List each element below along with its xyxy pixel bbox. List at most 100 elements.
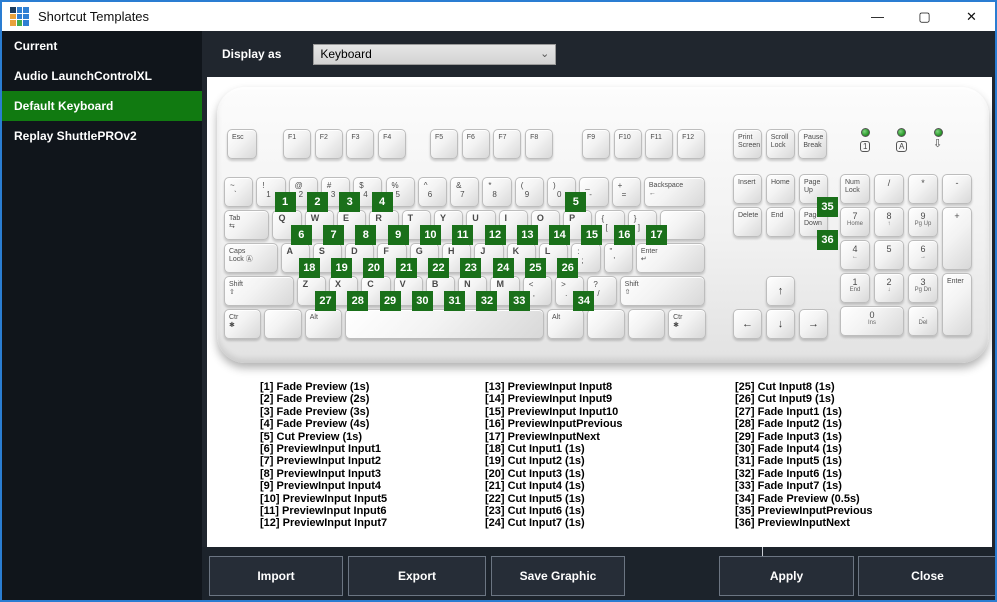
shortcut-item: [6] PreviewInput Input1 [260, 443, 382, 456]
key-f7: F7 [493, 129, 522, 159]
caps-lock-icon: A [896, 141, 908, 152]
led-indicator [861, 128, 870, 137]
numpad-9pg-up: 9 Pg Up [908, 207, 938, 237]
shortcut-item: [10] PreviewInput Input5 [260, 492, 388, 505]
key-badge-22: 22 [428, 258, 450, 278]
arrow-right-key: → [799, 309, 828, 339]
key-badge-5: 5 [565, 192, 587, 212]
display-as-label: Display as [222, 47, 282, 61]
numpad-key: / [874, 174, 904, 204]
apply-button[interactable]: Apply [719, 556, 854, 596]
shortcut-templates-window: Shortcut Templates — ▢ ✕ Current Audio La… [0, 0, 997, 602]
key-enter: Enter ↵ [635, 243, 706, 273]
app-icon-cell [16, 7, 23, 13]
key-f3: F3 [346, 129, 375, 159]
key-badge-15: 15 [581, 225, 603, 245]
key-badge-21: 21 [395, 258, 417, 278]
import-button[interactable]: Import [209, 556, 343, 596]
numpad-key: - [942, 174, 972, 204]
key-9: (9 [514, 177, 544, 207]
key-f11: F11 [645, 129, 674, 159]
numpad-6: 6 → [908, 240, 938, 270]
key-badge-20: 20 [363, 258, 385, 278]
key-badge-4: 4 [371, 192, 393, 212]
numpad-5: 5 [874, 240, 904, 270]
app-icon-cell [23, 13, 29, 20]
key-8: * 8 [482, 177, 512, 207]
shortcut-item: [19] Cut Input2 (1s) [485, 455, 585, 468]
shortcut-item: [21] Cut Input4 (1s) [485, 480, 585, 493]
shortcut-item: [25] Cut Input8 (1s) [735, 381, 835, 393]
key-badge-2: 2 [306, 192, 328, 212]
key-badge-30: 30 [411, 291, 433, 311]
numpad-7home: 7 Home [840, 207, 870, 237]
window-controls: — ▢ ✕ [854, 2, 995, 31]
shortcut-item: [11] PreviewInput Input6 [260, 505, 387, 518]
app-icon-cell [23, 7, 29, 13]
key-backspace: Backspace ← [643, 177, 706, 207]
titlebar: Shortcut Templates — ▢ ✕ [2, 2, 995, 31]
numpad-key: + [942, 207, 972, 270]
shortcut-item: [23] Cut Input6 (1s) [485, 505, 585, 518]
minimize-icon[interactable]: — [854, 2, 901, 31]
key-badge-36: 36 [817, 230, 838, 250]
key-badge-33: 33 [508, 291, 530, 311]
key-badge-34: 34 [573, 291, 595, 311]
maximize-icon[interactable]: ▢ [901, 2, 948, 31]
topbar: Display as Keyboard ⌄ [202, 31, 995, 77]
sidebar-item-current[interactable]: Current [2, 31, 202, 61]
shortcut-item: [3] Fade Preview (3s) [260, 405, 370, 418]
numpad-key: * [908, 174, 938, 204]
key-f6: F6 [461, 129, 490, 159]
arrow-up-key: ↑ [766, 276, 795, 306]
key-key: ~ ` [224, 177, 254, 207]
display-as-dropdown[interactable]: Keyboard ⌄ [313, 43, 557, 65]
key-f1: F1 [283, 129, 311, 159]
key-badge-12: 12 [484, 225, 506, 245]
sidebar-item-default-keyboard[interactable]: Default Keyboard [2, 91, 202, 121]
shortcut-item: [22] Cut Input5 (1s) [485, 492, 585, 505]
save-graphic-button[interactable]: Save Graphic [491, 556, 625, 596]
key-blank [264, 309, 302, 339]
shortcut-item: [30] Fade Input4 (1s) [735, 443, 842, 456]
key-scrolllock: Scroll Lock [765, 129, 795, 159]
shortcut-item: [7] PreviewInput Input2 [260, 455, 382, 468]
led-indicator [897, 128, 906, 137]
window-title: Shortcut Templates [38, 9, 150, 24]
app-icon-cell [10, 13, 16, 20]
shortcut-item: [36] PreviewInputNext [735, 517, 850, 530]
app-icon [10, 7, 29, 26]
key-blank [345, 309, 544, 339]
key-badge-27: 27 [314, 291, 336, 311]
key-badge-18: 18 [298, 258, 320, 278]
numpad-enter: Enter [942, 273, 972, 336]
key-7: & 7 [450, 177, 480, 207]
key-badge-8: 8 [355, 225, 377, 245]
close-icon[interactable]: ✕ [948, 2, 995, 31]
shortcut-item: [31] Fade Input5 (1s) [735, 455, 842, 468]
numpad-numlock: Num Lock [840, 174, 870, 204]
key-badge-29: 29 [379, 291, 401, 311]
key-f2: F2 [314, 129, 343, 159]
sidebar: Current Audio LaunchControlXL Default Keyb… [2, 31, 202, 600]
shortcut-item: [32] Fade Input6 (1s) [735, 467, 842, 480]
nav-delete: Delete [733, 207, 762, 237]
key-badge-11: 11 [452, 225, 474, 245]
led-indicator [934, 128, 943, 137]
export-button[interactable]: Export [348, 556, 486, 596]
shortcut-column-3: [25] Cut Input8 (1s) [26] Cut Input9 (1s)… [735, 381, 965, 530]
close-button[interactable]: Close [858, 556, 995, 596]
sidebar-item-replay-shuttleprov2[interactable]: Replay ShuttlePROv2 [2, 121, 202, 151]
key-badge-26: 26 [557, 258, 579, 278]
scroll-lock-arrow-icon: ⇩ [933, 138, 943, 150]
arrow-left-key: ← [733, 309, 762, 339]
sidebar-item-audio-launchcontrolxl[interactable]: Audio LaunchControlXL [2, 61, 202, 91]
key-f10: F10 [613, 129, 642, 159]
shortcut-item: [35] PreviewInputPrevious [735, 505, 873, 518]
key-tab: Tab ⇆ [224, 210, 270, 240]
key-badge-13: 13 [516, 225, 538, 245]
key-pausebreak: Pause Break [798, 129, 828, 159]
arrow-down-key: ↓ [766, 309, 795, 339]
key-badge-6: 6 [290, 225, 312, 245]
button-bar: Import Export Save Graphic Apply Close [202, 547, 995, 600]
